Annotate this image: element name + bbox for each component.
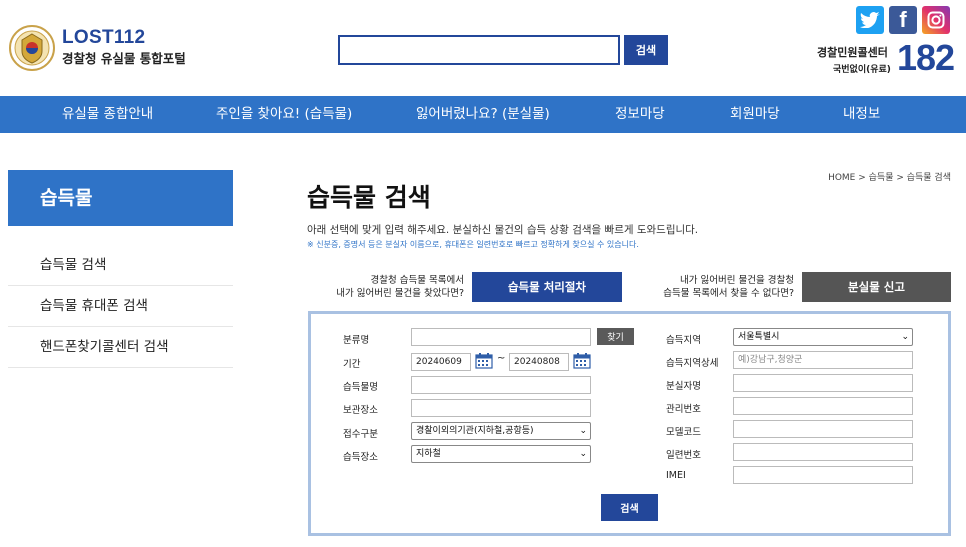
- page-note: ※ 신분증, 증명서 등은 분실자 이름으로, 휴대폰은 일련번호로 빠르고 정…: [307, 240, 639, 249]
- serial-no-input[interactable]: [733, 443, 913, 461]
- search-button[interactable]: 검색: [624, 35, 668, 65]
- logo-subtitle[interactable]: 경찰청 유실물 통합포털: [62, 48, 186, 67]
- label-serial-no: 일련번호: [666, 450, 701, 461]
- label-period: 기간: [343, 359, 361, 370]
- twitter-icon[interactable]: [856, 6, 884, 34]
- label-region: 습득지역: [666, 335, 701, 346]
- category-input[interactable]: [411, 328, 591, 346]
- label-category: 분류명: [343, 335, 370, 346]
- found-place-value: 지하철: [416, 449, 441, 459]
- label-model-code: 모델코드: [666, 427, 701, 438]
- date-separator: ~: [497, 353, 506, 364]
- item-name-input[interactable]: [411, 376, 591, 394]
- region-detail-input[interactable]: 예)강남구,청양군: [733, 351, 913, 369]
- label-item-name: 습득물명: [343, 382, 378, 393]
- promo-right-line1: 내가 잃어버린 물건을 경찰청: [680, 275, 794, 286]
- promo-left-text: 경찰청 습득물 목록에서 내가 잃어버린 물건을 찾았다면?: [336, 274, 464, 300]
- receipt-type-select[interactable]: 경찰이외의기관(지하철,공항등) ⌄: [411, 422, 591, 440]
- nav-item-myinfo[interactable]: 내정보: [843, 96, 880, 133]
- region-value: 서울특별시: [738, 332, 780, 342]
- nav-item-found[interactable]: 주인을 찾아요! (습득물): [216, 96, 352, 133]
- label-owner-name: 분실자명: [666, 381, 701, 392]
- model-code-input[interactable]: [733, 420, 913, 438]
- receipt-type-value: 경찰이외의기관(지하철,공항등): [416, 426, 534, 436]
- nav-item-guide[interactable]: 유실물 종합안내: [62, 96, 153, 133]
- chevron-down-icon: ⌄: [901, 332, 909, 342]
- chevron-down-icon: ⌄: [579, 426, 587, 436]
- nav-item-info[interactable]: 정보마당: [615, 96, 665, 133]
- found-procedure-button[interactable]: 습득물 처리절차: [472, 272, 622, 302]
- calendar-icon[interactable]: [475, 352, 493, 369]
- instagram-icon[interactable]: [922, 6, 950, 34]
- nav-item-lost[interactable]: 잃어버렸나요? (분실물): [416, 96, 550, 133]
- calendar-icon[interactable]: [573, 352, 591, 369]
- storage-input[interactable]: [411, 399, 591, 417]
- callcenter-label: 경찰민원콜센터: [817, 46, 888, 59]
- promo-left-line2: 내가 잃어버린 물건을 찾았다면?: [336, 288, 464, 299]
- main-nav: 유실물 종합안내 주인을 찾아요! (습득물) 잃어버렸나요? (분실물) 정보…: [0, 96, 966, 133]
- form-search-button[interactable]: 검색: [601, 494, 658, 521]
- sidebar-title: 습득물: [8, 170, 233, 226]
- nav-item-member[interactable]: 회원마당: [730, 96, 780, 133]
- callcenter-number: 182: [897, 37, 955, 78]
- found-place-select[interactable]: 지하철 ⌄: [411, 445, 591, 463]
- label-manage-no: 관리번호: [666, 404, 701, 415]
- sidebar-item-found-search[interactable]: 습득물 검색: [8, 245, 233, 286]
- police-emblem-icon[interactable]: [8, 24, 56, 72]
- logo-title[interactable]: LOST112: [62, 27, 145, 49]
- label-imei: IMEI: [666, 470, 686, 481]
- promo-right-text: 내가 잃어버린 물건을 경찰청 습득물 목록에서 찾을 수 없다면?: [663, 274, 794, 300]
- lost-report-button[interactable]: 분실물 신고: [802, 272, 951, 302]
- label-receipt-type: 접수구분: [343, 429, 378, 440]
- breadcrumb: HOME > 습득물 > 습득물 검색: [828, 173, 951, 183]
- imei-input[interactable]: [733, 466, 913, 484]
- manage-no-input[interactable]: [733, 397, 913, 415]
- site-header: LOST112 경찰청 유실물 통합포털 검색 f 경찰민원콜센터 국번없이(유…: [0, 0, 966, 96]
- search-input[interactable]: [338, 35, 620, 65]
- label-found-place: 습득장소: [343, 452, 378, 463]
- facebook-glyph: f: [899, 7, 907, 32]
- page-description: 아래 선택에 맞게 입력 해주세요. 분실하신 물건의 습득 상황 검색을 빠르…: [307, 224, 699, 236]
- sidebar-item-callcenter-search[interactable]: 핸드폰찾기콜센터 검색: [8, 327, 233, 368]
- promo-left-line1: 경찰청 습득물 목록에서: [370, 275, 464, 286]
- date-from-input[interactable]: 20240609: [411, 353, 471, 371]
- label-region-detail: 습득지역상세: [666, 358, 719, 369]
- sidebar-item-phone-search[interactable]: 습득물 휴대폰 검색: [8, 286, 233, 327]
- callcenter-sub: 국번없이(유료): [833, 65, 891, 75]
- owner-name-input[interactable]: [733, 374, 913, 392]
- find-category-button[interactable]: 찾기: [597, 328, 634, 345]
- promo-right-line2: 습득물 목록에서 찾을 수 없다면?: [663, 288, 794, 299]
- region-select[interactable]: 서울특별시 ⌄: [733, 328, 913, 346]
- label-storage: 보관장소: [343, 405, 378, 416]
- page-title: 습득물 검색: [307, 183, 431, 212]
- date-to-input[interactable]: 20240808: [509, 353, 569, 371]
- facebook-icon[interactable]: f: [889, 6, 917, 34]
- chevron-down-icon: ⌄: [579, 449, 587, 459]
